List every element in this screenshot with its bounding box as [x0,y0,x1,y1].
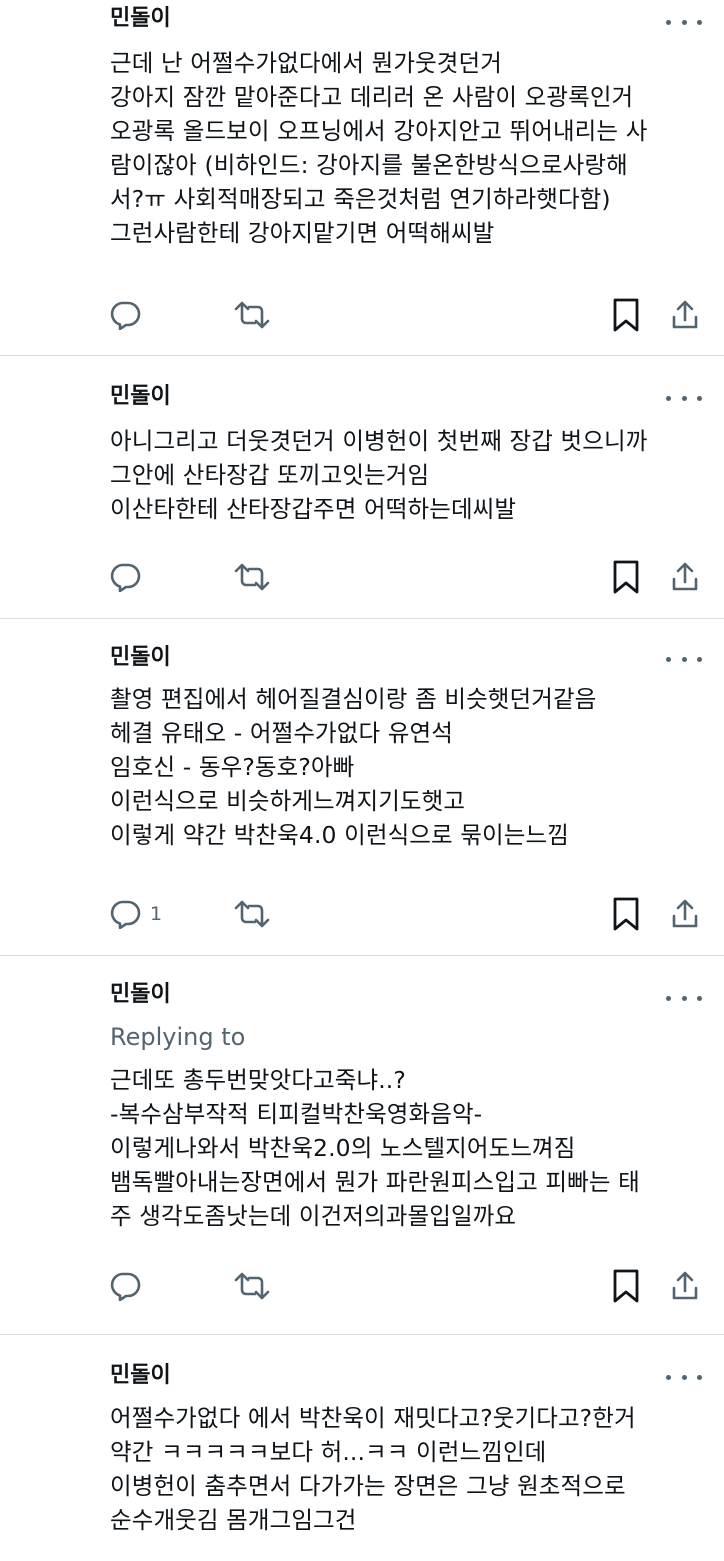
share-icon [672,1271,698,1300]
repost-icon [234,1272,270,1300]
post-line: 약간 ㅋㅋㅋㅋㅋ보다 허...ㅋㅋ 이런느낌인데 [110,1438,547,1466]
post-line: 임호신 - 동우?동호?아빠 [110,753,355,781]
share-button[interactable] [671,557,699,597]
post-text: 근데 난 어쩔수가없다에서 뭔가웃겻던거 강아지 잠깐 맡아준다고 데리러 온 … [110,46,710,250]
share-button[interactable] [671,295,699,335]
reply-button[interactable] [108,557,150,597]
share-icon [672,562,698,591]
repost-button[interactable] [232,1266,272,1306]
reply-button[interactable] [108,295,150,335]
action-bar: 1 [0,894,724,934]
reply-button[interactable] [108,1266,150,1306]
replying-to-label: Replying to [110,1023,246,1051]
post-line: 그안에 산타장갑 또끼고잇는거임 [110,461,430,489]
author-name[interactable]: 민돌이 [110,4,171,34]
bookmark-button[interactable] [612,894,640,934]
post-3[interactable]: 민돌이 촬영 편집에서 헤어질결심이랑 좀 비슷햇던거같음 헤결 유태오 - 어… [0,619,724,955]
more-options-icon[interactable] [666,1367,702,1387]
author-name[interactable]: 민돌이 [110,980,171,1010]
share-button[interactable] [671,1266,699,1306]
post-4[interactable]: 민돌이 Replying to 근데또 총두번맞앗다고죽냐..? -복수삼부작적… [0,956,724,1334]
reply-icon [110,301,141,330]
post-line: 어쩔수가없다 에서 박찬욱이 재밋다고?웃기다고?한거 [110,1404,636,1432]
post-line: 아니그리고 더웃겻던거 이병헌이 첫번째 장갑 벗으니까 [110,427,648,455]
bookmark-button[interactable] [612,557,640,597]
post-2[interactable]: 민돌이 아니그리고 더웃겻던거 이병헌이 첫번째 장갑 벗으니까 그안에 산타장… [0,356,724,618]
bookmark-icon [613,298,639,332]
post-line: 헤결 유태오 - 어쩔수가없다 유연석 [110,719,453,747]
repost-button[interactable] [232,557,272,597]
repost-button[interactable] [232,894,272,934]
bookmark-icon [613,560,639,594]
action-bar [0,557,724,597]
reply-icon [110,563,141,592]
post-line: 람이잖아 (비하인드: 강아지를 불온한방식으로사랑해 [110,151,628,179]
repost-button[interactable] [232,295,272,335]
post-line: 강아지 잠깐 맡아준다고 데리러 온 사람이 오광록인거 [110,83,634,111]
post-text: 아니그리고 더웃겻던거 이병헌이 첫번째 장갑 벗으니까 그안에 산타장갑 또끼… [110,424,710,526]
author-name[interactable]: 민돌이 [110,643,171,673]
share-icon [672,300,698,329]
reply-count: 1 [150,903,163,925]
post-line: 이렇게나와서 박찬욱2.0의 노스텔지어도느껴짐 [110,1134,576,1162]
more-options-icon[interactable] [666,12,702,32]
bookmark-icon [613,1269,639,1303]
bookmark-button[interactable] [612,295,640,335]
post-text: 어쩔수가없다 에서 박찬욱이 재밋다고?웃기다고?한거 약간 ㅋㅋㅋㅋㅋ보다 허… [110,1401,710,1537]
post-line: 근데 난 어쩔수가없다에서 뭔가웃겻던거 [110,49,502,77]
action-bar [0,1266,724,1306]
more-options-icon[interactable] [666,649,702,669]
action-bar [0,295,724,335]
post-line: 순수개웃김 몸개그임그건 [110,1506,357,1534]
post-line: 근데또 총두번맞앗다고죽냐..? [110,1066,406,1094]
repost-icon [234,900,270,928]
post-line: 그런사람한테 강아지맡기면 어떡해씨발 [110,219,495,247]
post-line: 오광록 올드보이 오프닝에서 강아지안고 뛰어내리는 사 [110,117,648,145]
share-button[interactable] [671,894,699,934]
post-line: 이병헌이 춤추면서 다가가는 장면은 그냥 원초적으로 [110,1472,626,1500]
more-options-icon[interactable] [666,988,702,1008]
repost-icon [234,301,270,329]
post-line: 이산타한테 산타장갑주면 어떡하는데씨발 [110,495,517,523]
author-name[interactable]: 민돌이 [110,382,171,412]
post-1[interactable]: 민돌이 근데 난 어쩔수가없다에서 뭔가웃겻던거 강아지 잠깐 맡아준다고 데리… [0,0,724,355]
post-text: 촬영 편집에서 헤어질결심이랑 좀 비슷햇던거같음 헤결 유태오 - 어쩔수가없… [110,682,710,852]
post-line: 주 생각도좀낫는데 이건저의과몰입일까요 [110,1202,517,1230]
share-icon [672,899,698,928]
bookmark-button[interactable] [612,1266,640,1306]
more-options-icon[interactable] [666,388,702,408]
post-line: 뱀독빨아내는장면에서 뭔가 파란원피스입고 피빠는 태 [110,1168,640,1196]
bookmark-icon [613,897,639,931]
post-text: 근데또 총두번맞앗다고죽냐..? -복수삼부작적 티피컬박찬욱영화음악- 이렇게… [110,1063,710,1233]
post-line: 서?ㅠ 사회적매장되고 죽은것처럼 연기하라햇다함) [110,185,611,213]
post-5[interactable]: 민돌이 어쩔수가없다 에서 박찬욱이 재밋다고?웃기다고?한거 약간 ㅋㅋㅋㅋㅋ… [0,1335,724,1561]
reply-button[interactable]: 1 [108,894,162,934]
reply-icon [110,1272,141,1301]
post-line: -복수삼부작적 티피컬박찬욱영화음악- [110,1100,483,1128]
post-line: 이런식으로 비슷하게느껴지기도햇고 [110,787,466,815]
reply-icon [110,900,141,929]
post-line: 촬영 편집에서 헤어질결심이랑 좀 비슷햇던거같음 [110,685,597,713]
author-name[interactable]: 민돌이 [110,1361,171,1391]
post-line: 이렇게 약간 박찬욱4.0 이런식으로 묶이는느낌 [110,821,569,849]
repost-icon [234,563,270,591]
